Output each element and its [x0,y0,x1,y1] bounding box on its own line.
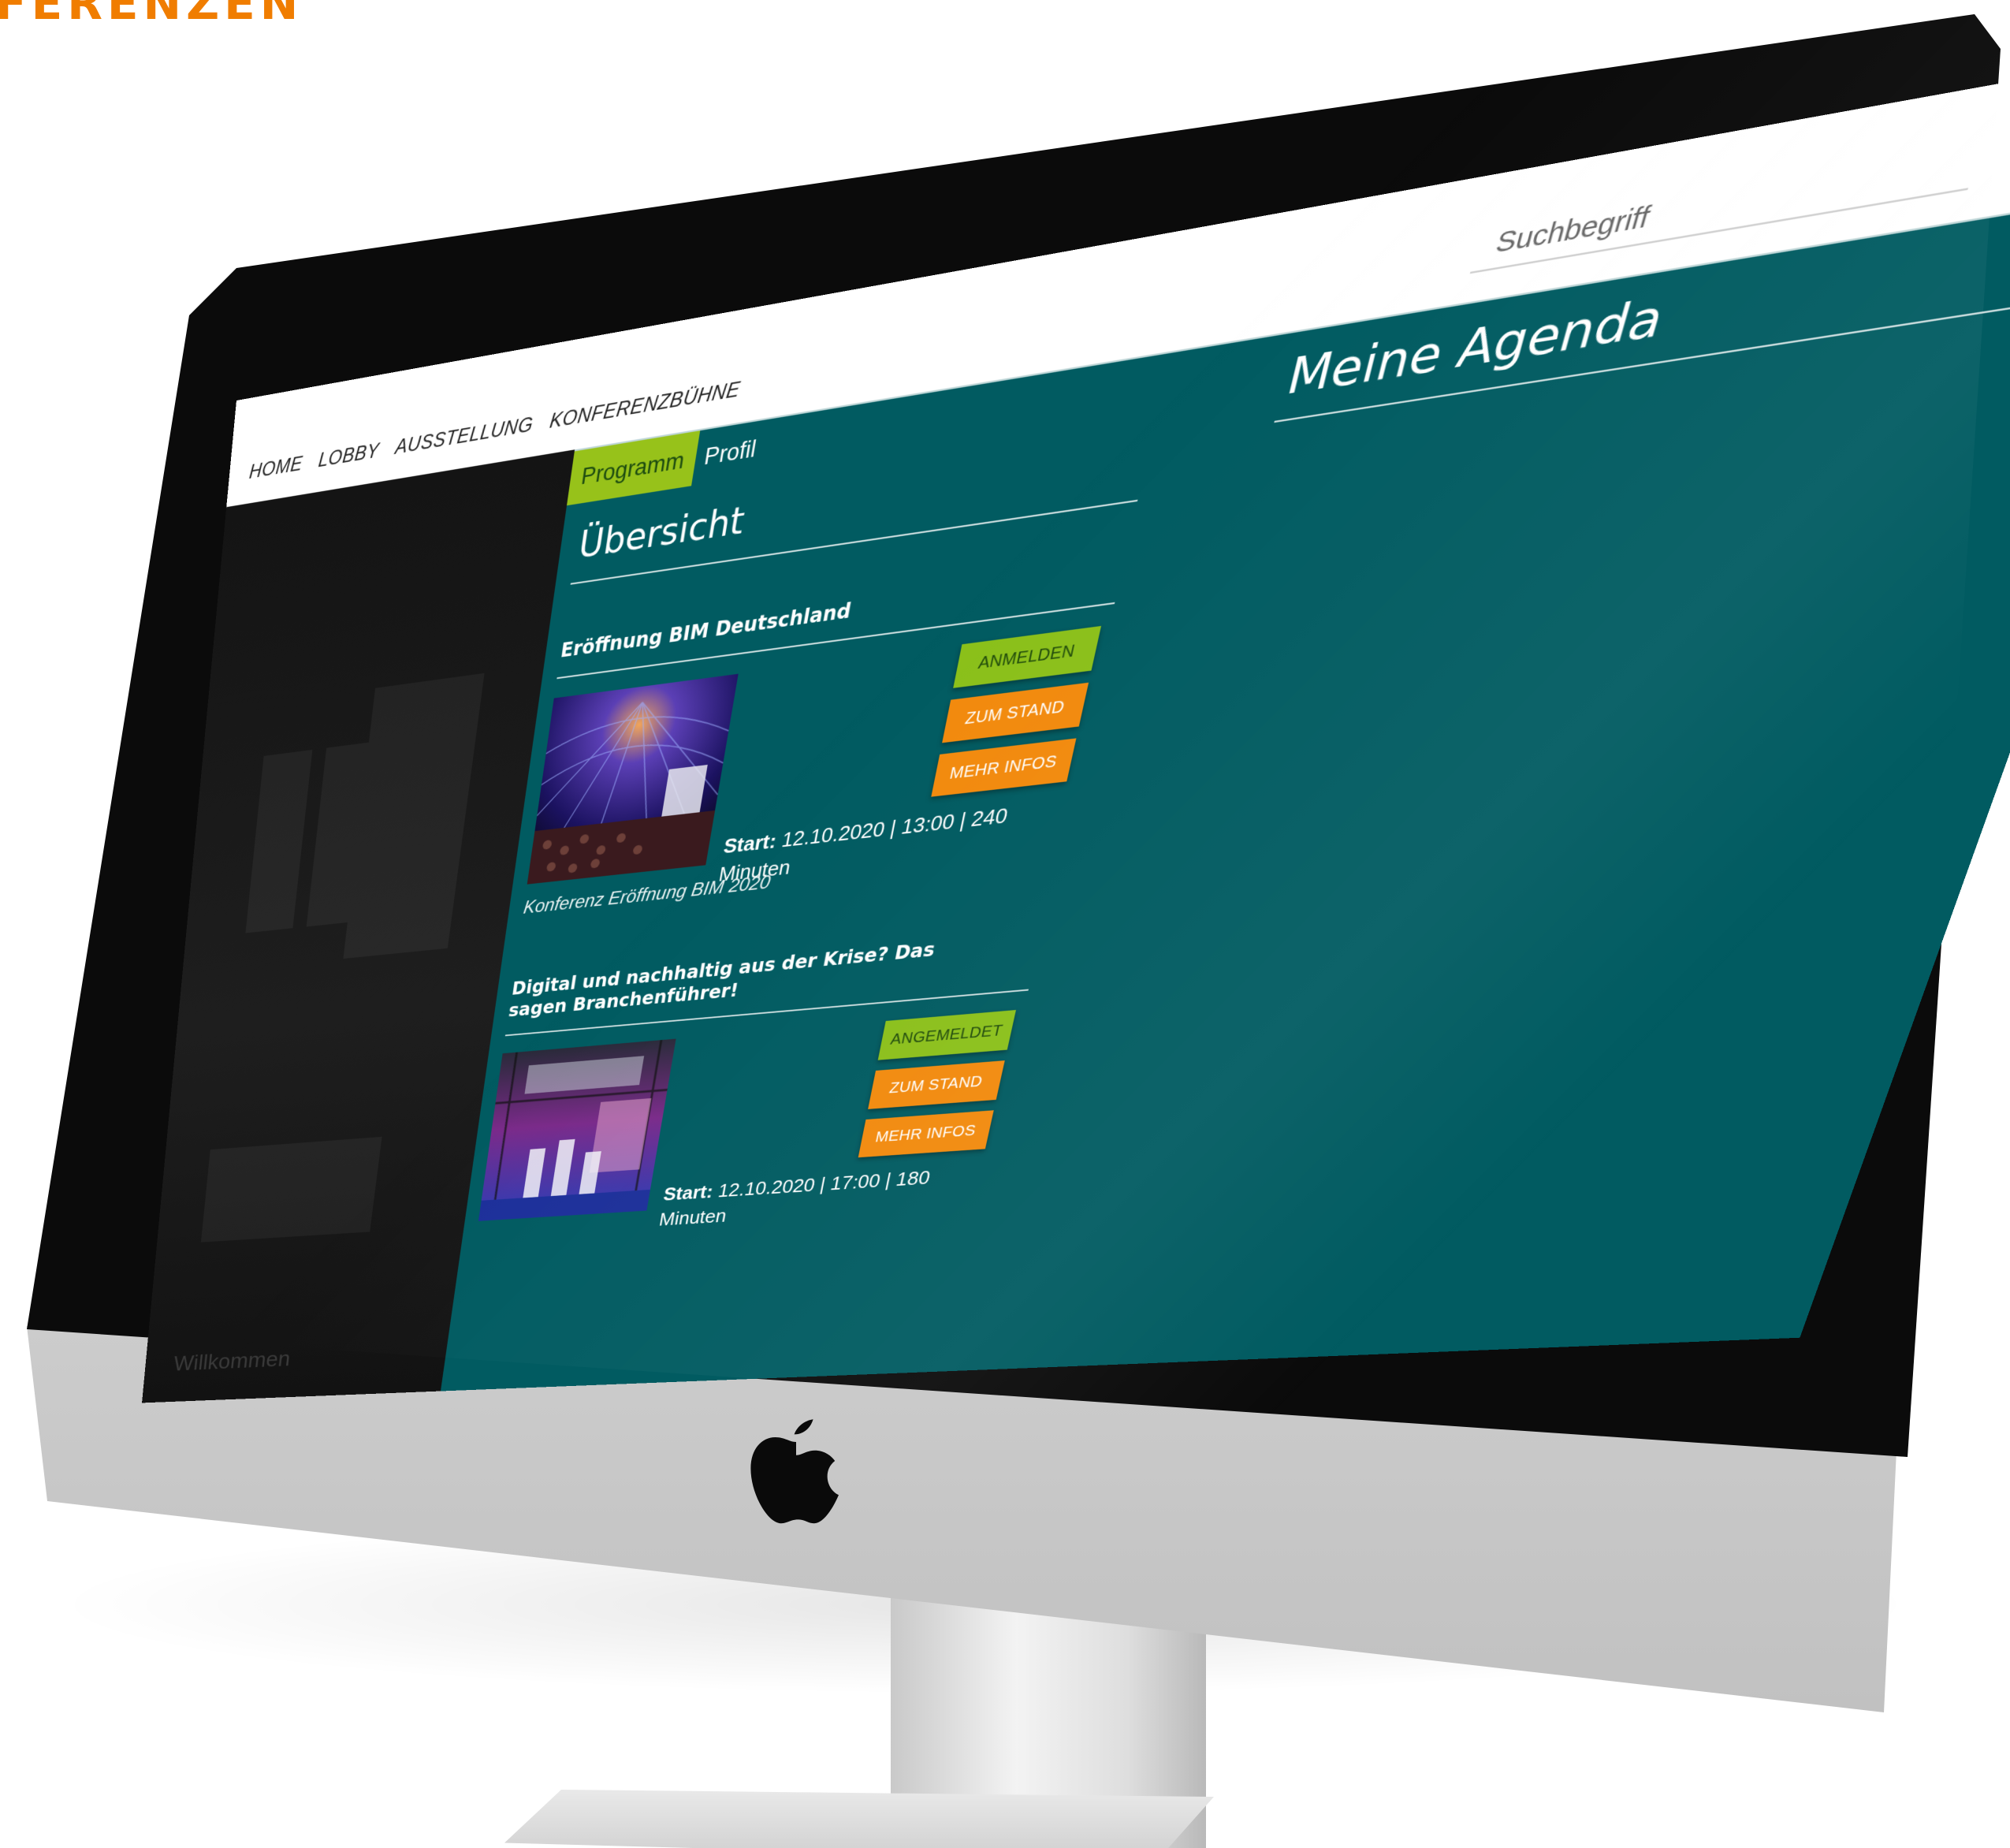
background-banner [245,750,312,933]
go-to-booth-button[interactable]: ZUM STAND [942,683,1089,743]
event-card: Digital und nachhaltig aus der Krise? Da… [472,928,1042,1261]
welcome-text[interactable]: Willkommen [173,1347,292,1377]
event-image-dome[interactable] [527,674,739,885]
search-icon[interactable] [2005,100,2010,171]
event-body: ANGEMELDET ZUM STAND MEHR INFOS Start: 1… [472,1009,1024,1261]
event-image-hall[interactable] [478,1039,676,1221]
start-label: Start: [662,1180,715,1205]
more-info-button[interactable]: MEHR INFOS [931,738,1076,796]
monitor-stand-foot [504,1790,1214,1848]
event-start-info: Start: 12.10.2020 | 17:00 | 180 Minuten [657,1164,936,1231]
nav-item-konferenzbuehne[interactable]: KONFERENZBÜHNE [548,378,742,434]
nav-item-lobby[interactable]: LOBBY [317,439,380,473]
page-heading-fragment: FERENZEN [0,0,303,30]
go-to-booth-button[interactable]: ZUM STAND [868,1060,1005,1109]
background-banner [343,673,484,959]
apple-logo-icon [749,1411,843,1529]
nav-item-home[interactable]: HOME [248,453,303,485]
registered-button[interactable]: ANGEMELDET [878,1010,1016,1060]
page: FERENZEN HOME LOBBY AUSSTELLUNG KONFEREN… [0,0,2010,1848]
more-info-button[interactable]: MEHR INFOS [858,1110,994,1157]
register-button[interactable]: ANMELDEN [953,626,1101,688]
start-label: Start: [722,829,779,858]
nav-item-ausstellung[interactable]: AUSSTELLUNG [394,413,534,460]
background-stand [201,1137,382,1243]
